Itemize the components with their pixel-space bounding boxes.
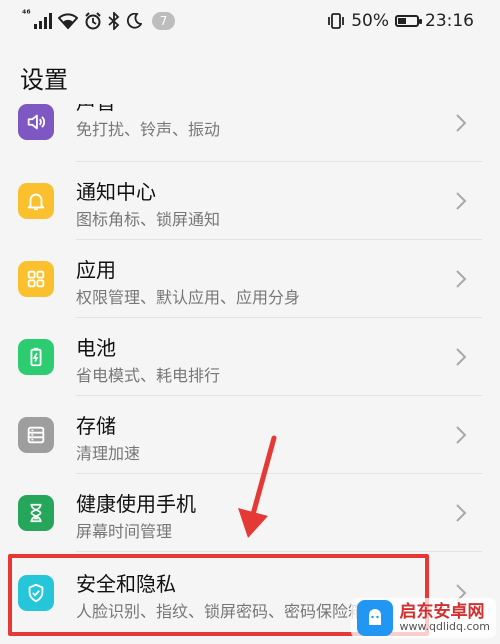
watermark: 启东安卓网 www.qdlidq.com <box>351 598 496 638</box>
settings-item-subtitle: 权限管理、默认应用、应用分身 <box>76 288 301 307</box>
apps-grid-icon <box>18 261 54 297</box>
status-bar-right: 50% 23:16 <box>327 10 474 32</box>
settings-item-subtitle: 屏幕时间管理 <box>76 522 173 541</box>
settings-item-notification-center[interactable]: 通知中心 图标角标、锁屏通知 <box>0 162 500 240</box>
settings-item-subtitle: 清理加速 <box>76 444 141 463</box>
settings-item-subtitle: 图标角标、锁屏通知 <box>76 210 221 229</box>
storage-icon <box>18 417 54 453</box>
battery-charging-icon <box>18 339 54 375</box>
watermark-logo-icon <box>357 600 394 636</box>
settings-item-title: 声音 <box>76 104 116 115</box>
notification-count-badge: 7 <box>151 12 176 30</box>
moon-icon <box>126 13 142 29</box>
status-bar: ⁴⁶ 7 50% 23:16 <box>0 0 500 42</box>
chevron-right-icon <box>454 424 474 448</box>
hourglass-icon <box>18 495 54 531</box>
speaker-icon <box>18 104 54 140</box>
clock: 23:16 <box>425 11 474 31</box>
battery-icon <box>395 15 422 27</box>
battery-percent: 50% <box>351 11 389 31</box>
settings-item-subtitle: 省电模式、耗电排行 <box>76 366 221 385</box>
settings-item-title: 电池 <box>76 336 116 360</box>
chevron-right-icon <box>454 268 474 292</box>
settings-item-battery[interactable]: 电池 省电模式、耗电排行 <box>0 318 500 396</box>
settings-item-title: 健康使用手机 <box>76 492 196 516</box>
chevron-right-icon <box>454 346 474 370</box>
alarm-icon <box>85 12 101 30</box>
annotation-arrow-icon <box>238 435 277 538</box>
settings-item-title: 应用 <box>76 258 116 282</box>
network-type: ⁴⁶ <box>22 9 31 20</box>
signal-icon <box>33 13 52 29</box>
status-bar-left: ⁴⁶ 7 <box>22 9 176 32</box>
bluetooth-icon <box>108 12 120 30</box>
wifi-icon <box>57 13 78 29</box>
settings-item-title: 通知中心 <box>76 180 156 204</box>
chevron-right-icon <box>454 502 474 526</box>
bell-icon <box>18 183 54 219</box>
vibrate-icon <box>328 13 345 29</box>
settings-item-subtitle: 免打扰、铃声、振动 <box>76 120 221 139</box>
settings-item-sound[interactable]: 声音 免打扰、铃声、振动 <box>0 104 500 162</box>
settings-item-title: 存储 <box>76 414 116 438</box>
chevron-right-icon <box>454 112 474 136</box>
battery-level-fill <box>398 18 406 24</box>
chevron-right-icon <box>454 190 474 214</box>
watermark-text: 启东安卓网 www.qdlidq.com <box>399 601 490 634</box>
settings-item-apps[interactable]: 应用 权限管理、默认应用、应用分身 <box>0 240 500 318</box>
watermark-title: 启东安卓网 <box>399 601 485 622</box>
divider <box>76 551 482 552</box>
page-title: 设置 <box>20 66 68 94</box>
watermark-url: www.qdlidq.com <box>399 620 490 634</box>
